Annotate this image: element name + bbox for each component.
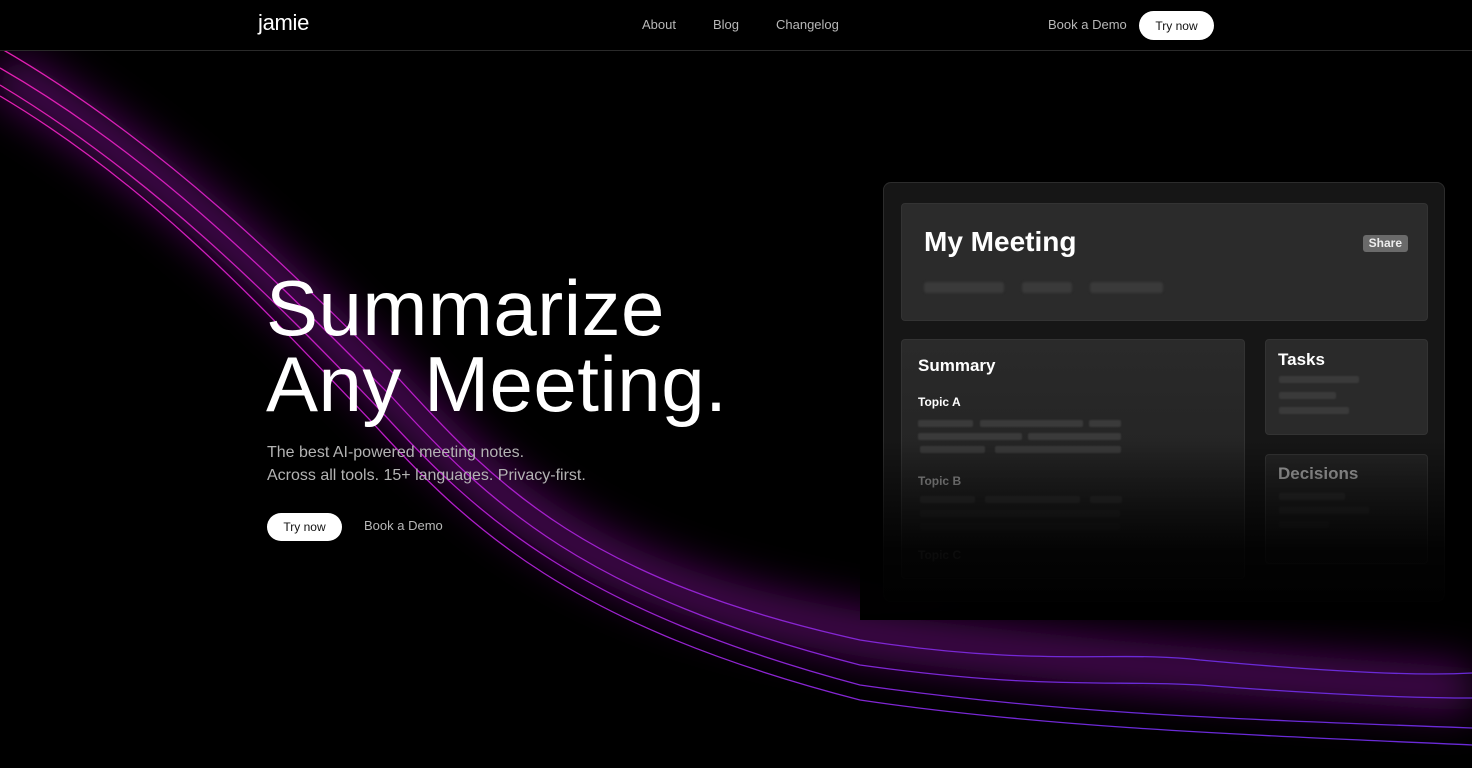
nav-link-blog[interactable]: Blog <box>713 17 739 32</box>
nav-book-demo-link[interactable]: Book a Demo <box>1048 17 1127 32</box>
meeting-header-card: My Meeting Share <box>901 203 1428 321</box>
share-button: Share <box>1362 235 1408 252</box>
placeholder-line <box>1089 420 1121 427</box>
meeting-title: My Meeting <box>924 226 1077 257</box>
placeholder-line <box>1090 496 1122 503</box>
tasks-card: Tasks <box>1265 339 1428 435</box>
top-nav: jamie About Blog Changelog Book a Demo T… <box>0 0 1472 51</box>
placeholder-line <box>980 420 1083 427</box>
nav-link-about[interactable]: About <box>642 17 676 32</box>
placeholder-line <box>1279 376 1359 383</box>
placeholder-line <box>1028 433 1121 440</box>
hero-try-now-button[interactable]: Try now <box>267 513 342 541</box>
topic-c: Topic C <box>918 548 962 562</box>
decisions-title: Decisions <box>1278 464 1359 483</box>
placeholder-line <box>985 496 1080 503</box>
placeholder-line <box>920 446 985 453</box>
logo[interactable]: jamie <box>258 10 309 36</box>
placeholder-line <box>1279 392 1336 399</box>
placeholder-line <box>918 433 1022 440</box>
hero-title-line1: Summarize <box>266 264 665 352</box>
topic-b: Topic B <box>918 474 962 488</box>
hero-book-demo-link[interactable]: Book a Demo <box>364 518 443 533</box>
placeholder-bar <box>924 282 1004 293</box>
decisions-card: Decisions <box>1265 454 1428 564</box>
placeholder-line <box>995 446 1121 453</box>
hero-subtitle: The best AI-powered meeting notes. Acros… <box>267 441 586 487</box>
placeholder-line <box>1279 521 1329 528</box>
placeholder-line <box>1279 507 1369 514</box>
hero-title-line2: Any Meeting. <box>266 340 728 428</box>
hero-subtitle-line2: Across all tools. 15+ languages. Privacy… <box>267 467 586 484</box>
nav-link-changelog[interactable]: Changelog <box>776 17 839 32</box>
tasks-title: Tasks <box>1278 350 1325 369</box>
app-mockup: My Meeting Share Summary Topic A Topic B… <box>883 182 1445 602</box>
placeholder-bar <box>1090 282 1163 293</box>
hero-title: Summarize Any Meeting. <box>266 269 727 423</box>
nav-try-now-button[interactable]: Try now <box>1139 11 1214 40</box>
topic-a: Topic A <box>918 395 961 409</box>
placeholder-line <box>1279 407 1349 414</box>
placeholder-line <box>920 523 1120 530</box>
placeholder-line <box>1279 493 1345 500</box>
placeholder-line <box>920 510 1120 517</box>
hero-subtitle-line1: The best AI-powered meeting notes. <box>267 444 525 461</box>
placeholder-line <box>918 420 973 427</box>
placeholder-line <box>920 496 975 503</box>
placeholder-bar <box>1022 282 1072 293</box>
summary-card: Summary Topic A Topic B Topic C <box>901 339 1245 579</box>
summary-title: Summary <box>918 356 996 375</box>
